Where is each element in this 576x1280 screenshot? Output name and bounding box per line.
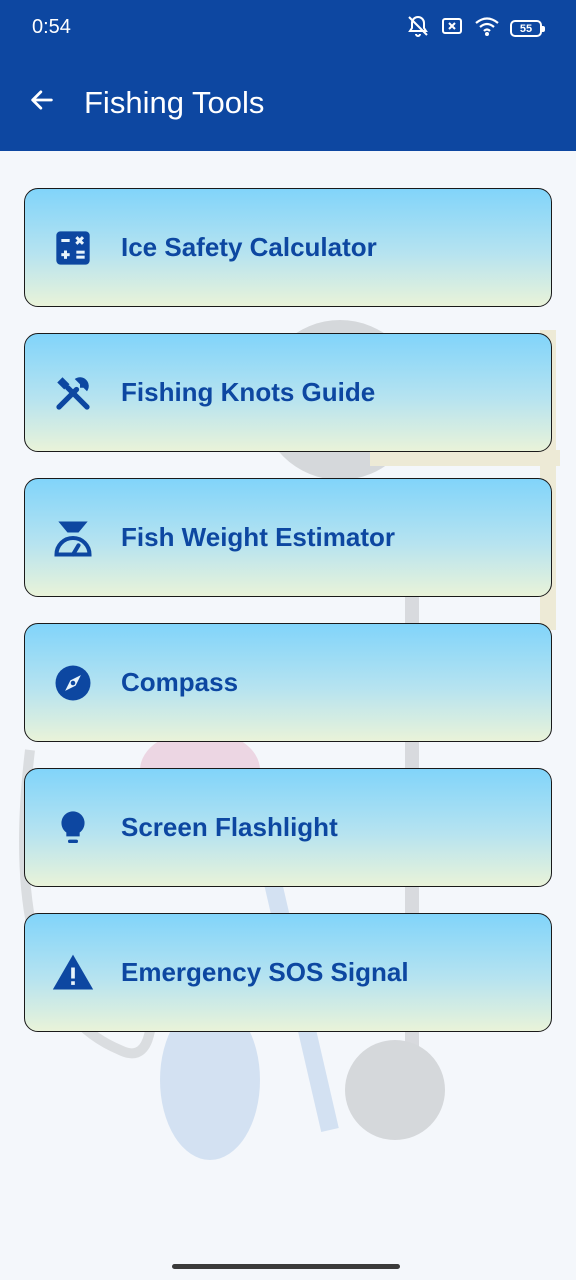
- tool-list: Ice Safety Calculator Fishing Knots Guid…: [24, 188, 552, 1058]
- tool-label: Compass: [121, 667, 239, 697]
- status-icons: 55: [406, 14, 545, 43]
- back-arrow-icon: [28, 86, 56, 119]
- tool-card-compass[interactable]: Compass: [24, 623, 552, 742]
- sim-off-icon: [440, 14, 464, 43]
- wifi-icon: [474, 14, 500, 43]
- tool-label: Fishing Knots Guide: [121, 377, 376, 407]
- tool-card-ice-safety-calculator[interactable]: Ice Safety Calculator: [24, 188, 552, 307]
- tool-card-fish-weight-estimator[interactable]: Fish Weight Estimator: [24, 478, 552, 597]
- tool-label: Fish Weight Estimator: [121, 522, 395, 552]
- gesture-nav-handle[interactable]: [172, 1264, 400, 1269]
- tool-card-screen-flashlight[interactable]: Screen Flashlight: [24, 768, 552, 887]
- back-button[interactable]: [22, 82, 62, 122]
- tool-card-emergency-sos-signal[interactable]: Emergency SOS Signal: [24, 913, 552, 1032]
- tool-card-fishing-knots-guide[interactable]: Fishing Knots Guide: [24, 333, 552, 452]
- app-bar: Fishing Tools: [0, 56, 576, 151]
- battery-icon: 55: [510, 20, 545, 37]
- tool-label: Ice Safety Calculator: [121, 232, 377, 262]
- scale-icon: [49, 514, 97, 562]
- status-time: 0:54: [32, 16, 71, 38]
- lightbulb-icon: [49, 804, 97, 852]
- notifications-off-icon: [406, 14, 430, 43]
- tool-label: Emergency SOS Signal: [121, 957, 409, 987]
- page-title: Fishing Tools: [84, 85, 265, 120]
- compass-icon: [49, 659, 97, 707]
- tool-label: Screen Flashlight: [121, 812, 338, 842]
- status-bar: 0:54 55: [0, 0, 576, 56]
- calculate-icon: [49, 224, 97, 272]
- tools-icon: [49, 369, 97, 417]
- warning-icon: [49, 949, 97, 997]
